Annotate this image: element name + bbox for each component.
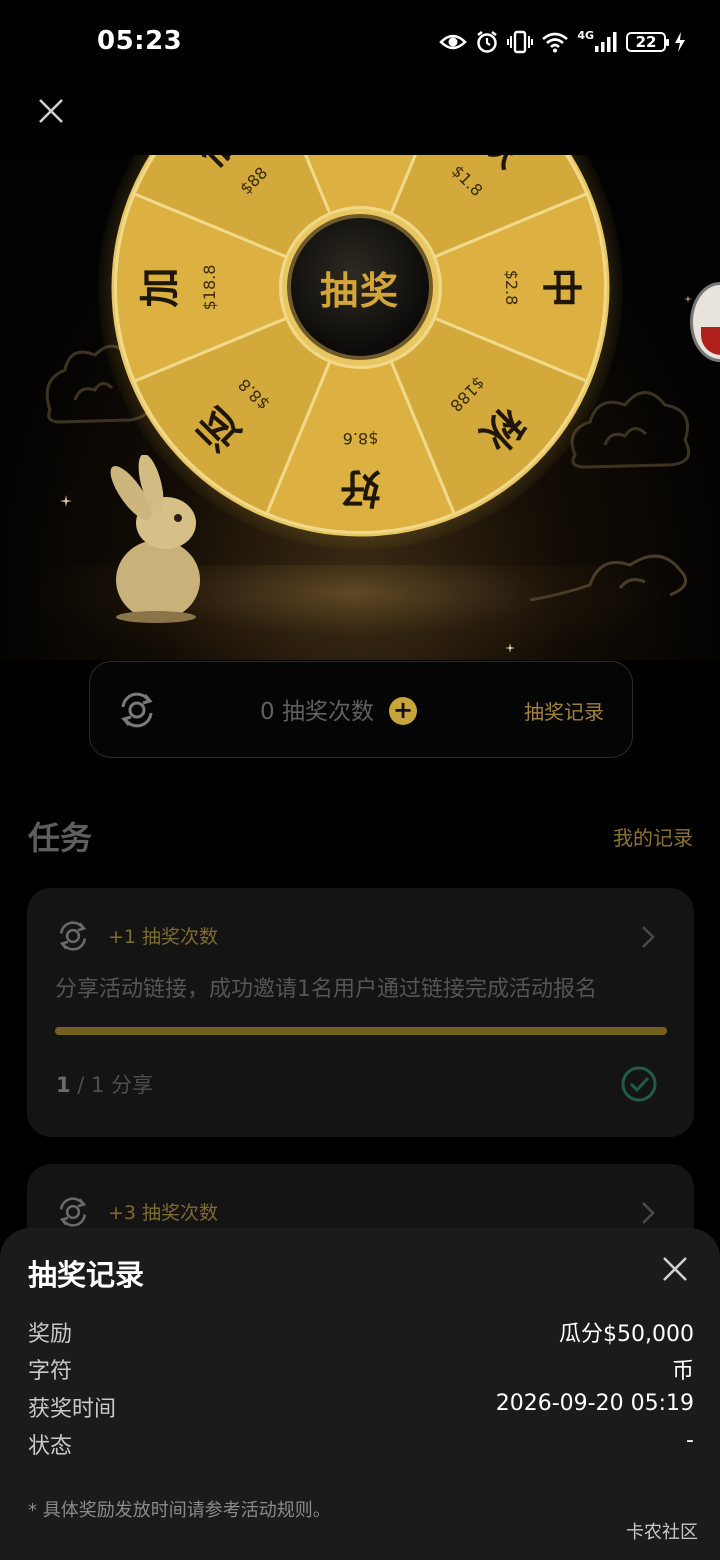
task-reward: +1 抽奖次数 <box>108 926 219 948</box>
draw-counter-card: 0 抽奖次数 + 抽奖记录 <box>89 661 633 758</box>
chevron-right-icon <box>642 926 655 948</box>
progress-total: / 1 分享 <box>70 1073 154 1097</box>
wheel-segment-char: 好 <box>341 465 382 511</box>
wheel-segment-amount: $2.8 <box>502 270 521 306</box>
status-label: 状态 <box>28 1434 73 1459</box>
refresh-cycle-icon <box>59 1197 87 1227</box>
task-card-invite[interactable]: +1 抽奖次数 分享活动链接，成功邀请1名用户通过链接完成活动报名 1 / 1 … <box>27 888 694 1137</box>
sheet-title: 抽奖记录 <box>28 1258 145 1292</box>
symbol-row: 字符 币 <box>28 1353 694 1385</box>
sparkle-icon <box>505 643 515 653</box>
draw-count-label: 抽奖次数 <box>281 699 374 725</box>
battery-indicator: 22 <box>626 32 669 52</box>
refresh-cycle-icon <box>59 921 87 951</box>
tasks-title: 任务 <box>28 819 93 857</box>
status-value: - <box>686 1428 694 1453</box>
wheel-segment-char: 中 <box>538 268 584 308</box>
refresh-cycle-icon <box>121 692 153 728</box>
status-time: 05:23 <box>97 26 183 56</box>
wheel-segment-char: 加 <box>138 268 184 308</box>
eye-icon <box>439 34 468 50</box>
close-icon[interactable] <box>660 1254 690 1284</box>
watermark: 卡农社区 <box>626 1522 698 1543</box>
win-time-label: 获奖时间 <box>28 1397 117 1422</box>
vibrate-icon <box>507 30 534 54</box>
charging-icon <box>675 32 685 52</box>
symbol-value: 币 <box>671 1359 694 1384</box>
symbol-label: 字符 <box>28 1359 73 1384</box>
task-reward: +3 抽奖次数 <box>108 1202 219 1224</box>
sparkle-icon <box>684 295 692 303</box>
progress-done: 1 <box>56 1073 71 1097</box>
draw-button-label: 抽奖 <box>319 268 400 313</box>
task-progress-text: 1 / 1 分享 <box>56 1069 153 1099</box>
win-time-row: 获奖时间 2026-09-20 05:19 <box>28 1391 694 1423</box>
chevron-right-icon <box>642 1202 655 1224</box>
status-icons: 4G 22 <box>439 26 686 58</box>
cloud-lower-right-icon <box>529 554 688 602</box>
rabbit-icon <box>110 455 200 623</box>
lucky-wheel-banner: $50,000 $1.8 秋 $2.8 中 $188 秋 $8.6 好 $8.8 运 $18.8 加 $8… <box>0 155 720 660</box>
task-description: 分享活动链接，成功邀请1名用户通过链接完成活动报名 <box>55 977 597 1002</box>
draw-count-value: 0 <box>260 699 275 725</box>
reward-value: 瓜分$50,000 <box>559 1322 694 1347</box>
draw-count-text: 0 抽奖次数 <box>260 692 374 726</box>
reward-label: 奖励 <box>28 1322 73 1347</box>
network-type: 4G <box>577 28 594 42</box>
wifi-icon <box>542 32 569 53</box>
my-record-link[interactable]: 我的记录 <box>613 822 693 851</box>
draw-button[interactable]: 抽奖 <box>287 214 433 360</box>
wheel-segment-amount: $8.6 <box>343 429 379 448</box>
sparkle-icon <box>60 495 72 507</box>
sheet-footnote: * 具体奖励发放时间请参考活动规则。 <box>28 1500 331 1521</box>
signal-icon <box>595 32 617 52</box>
status-row: 状态 - <box>28 1428 694 1460</box>
alarm-icon <box>477 31 498 53</box>
wheel-segment-amount: $18.8 <box>200 265 219 311</box>
task-progress-bar <box>55 1027 667 1035</box>
reward-row: 奖励 瓜分$50,000 <box>28 1316 694 1348</box>
close-icon[interactable] <box>34 94 68 128</box>
win-time-value: 2026-09-20 05:19 <box>495 1391 694 1416</box>
draw-history-sheet: 抽奖记录 奖励 瓜分$50,000 字符 币 获奖时间 2026-09-20 0… <box>0 1228 720 1560</box>
status-bar: 05:23 4G 22 <box>0 0 720 84</box>
add-draws-button[interactable]: + <box>389 697 417 725</box>
draw-history-link[interactable]: 抽奖记录 <box>524 696 604 725</box>
check-circle-icon <box>621 1066 657 1102</box>
task-progress-fill <box>55 1027 667 1035</box>
